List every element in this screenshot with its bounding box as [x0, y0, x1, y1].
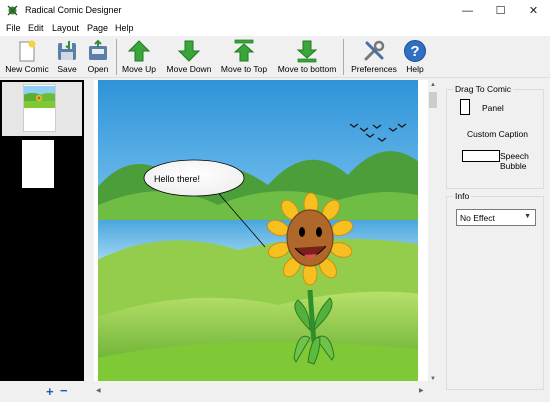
open-button[interactable]: Open	[84, 38, 112, 76]
preferences-icon	[364, 40, 385, 61]
speech-bubble-label-line2: Bubble	[500, 161, 527, 171]
menu-layout[interactable]: Layout	[52, 23, 79, 33]
page-thumbnail-preview	[23, 84, 56, 132]
thumbnail-scrollbar[interactable]	[84, 80, 94, 380]
svg-text:?: ?	[410, 43, 419, 60]
menu-bar: File Edit Layout Page Help	[0, 22, 550, 36]
new-comic-button[interactable]: New Comic	[4, 38, 50, 76]
scroll-right-arrow[interactable]: ▶	[419, 387, 424, 394]
toolbar-separator	[343, 39, 344, 75]
menu-file[interactable]: File	[6, 23, 21, 33]
title-bar: Radical Comic Designer — ☐ ✕	[0, 0, 550, 22]
add-page-icon[interactable]: +	[46, 384, 54, 399]
scrollbar-thumb[interactable]	[429, 92, 437, 108]
comic-app-icon	[7, 5, 18, 16]
scroll-left-arrow[interactable]: ◀	[96, 387, 101, 394]
help-button[interactable]: ? Help	[402, 38, 428, 76]
canvas-horizontal-scrollbar[interactable]: ◀ ▶	[94, 386, 428, 397]
save-icon	[58, 41, 76, 60]
toolbar-separator	[116, 39, 117, 75]
move-down-icon	[177, 40, 201, 62]
custom-caption-item[interactable]: Custom Caption	[467, 129, 528, 139]
drag-to-comic-title: Drag To Comic	[453, 84, 514, 94]
right-pane: Drag To Comic Panel Custom Caption Speec…	[440, 80, 550, 402]
speech-bubble-label-line1: Speech	[500, 151, 529, 161]
panel-icon[interactable]	[460, 99, 470, 115]
move-to-top-icon	[233, 39, 255, 62]
canvas-vertical-scrollbar[interactable]: ▲ ▼	[428, 80, 438, 386]
page-controls: + −	[0, 381, 94, 402]
page-thumbnails	[0, 80, 84, 381]
preferences-button[interactable]: Preferences	[348, 38, 400, 76]
move-up-icon	[127, 40, 151, 62]
move-down-button[interactable]: Move Down	[163, 38, 215, 76]
save-button[interactable]: Save	[53, 38, 81, 76]
menu-page[interactable]: Page	[87, 23, 108, 33]
chevron-down-icon: ▼	[524, 213, 531, 220]
menu-help[interactable]: Help	[115, 23, 134, 33]
open-icon	[89, 39, 107, 60]
new-comic-icon	[19, 40, 36, 62]
panel-label: Panel	[482, 103, 504, 113]
canvas-area[interactable]: Hello there!	[94, 80, 428, 381]
drag-to-comic-group: Drag To Comic Panel Custom Caption Speec…	[446, 84, 544, 189]
page-thumbnail-2[interactable]	[22, 140, 54, 188]
comic-page[interactable]: Hello there!	[98, 80, 418, 381]
minimize-icon[interactable]: —	[451, 0, 484, 22]
window-title: Radical Comic Designer	[25, 5, 122, 15]
toolbar: New Comic Save Open Move Up Move Down Mo…	[0, 36, 550, 78]
menu-edit[interactable]: Edit	[28, 23, 44, 33]
scroll-down-arrow[interactable]: ▼	[428, 376, 438, 382]
info-title: Info	[453, 191, 472, 201]
effect-select[interactable]: No Effect ▼	[456, 209, 536, 226]
speech-bubble-icon[interactable]	[462, 150, 500, 162]
effect-select-value: No Effect	[460, 213, 495, 223]
help-icon: ?	[404, 40, 426, 62]
close-icon[interactable]: ✕	[517, 0, 550, 22]
move-to-top-button[interactable]: Move to Top	[218, 38, 270, 76]
page-thumbnail-1[interactable]	[2, 82, 82, 136]
move-to-bottom-button[interactable]: Move to bottom	[274, 38, 340, 76]
speech-bubble-text: Hello there!	[154, 174, 200, 184]
move-to-bottom-icon	[296, 40, 318, 63]
maximize-icon[interactable]: ☐	[484, 0, 517, 22]
move-up-button[interactable]: Move Up	[119, 38, 159, 76]
info-group: Info No Effect ▼	[446, 191, 544, 390]
remove-page-icon[interactable]: −	[60, 383, 68, 398]
scroll-up-arrow[interactable]: ▲	[428, 82, 438, 88]
